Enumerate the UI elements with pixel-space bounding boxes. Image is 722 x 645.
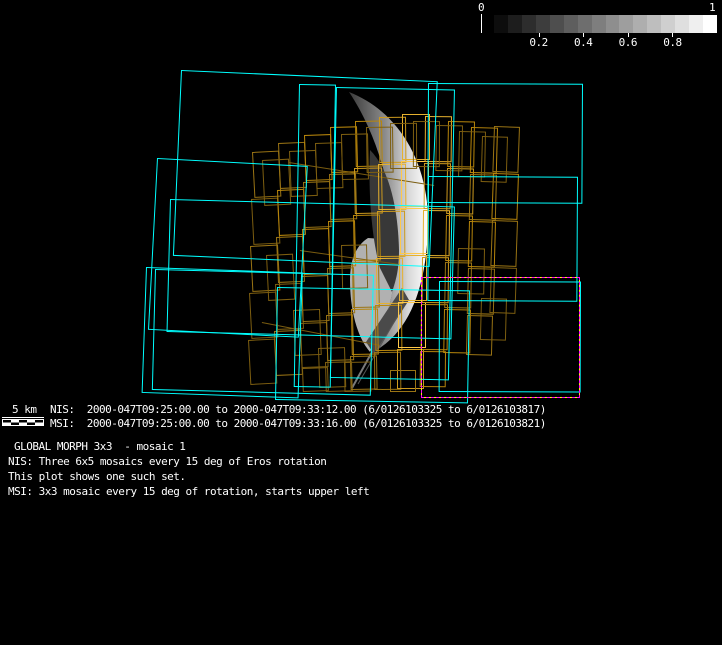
colorbar-step <box>703 15 717 33</box>
colorbar-step <box>633 15 647 33</box>
colorbar-step <box>675 15 689 33</box>
colorbar-tick-label: 0.8 <box>663 36 681 49</box>
colorbar-max-label: 1 <box>709 1 715 14</box>
nis-status-line: NIS: 2000-047T09:25:00.00 to 2000-047T09… <box>50 403 546 416</box>
colorbar-step <box>550 15 564 33</box>
colorbar-step <box>578 15 592 33</box>
colorbar-step <box>606 15 620 33</box>
caption-msi-line: MSI: 3x3 mosaic every 15 deg of rotation… <box>8 485 369 498</box>
caption-title: GLOBAL MORPH 3x3 - mosaic 1 <box>14 440 185 453</box>
colorbar-step <box>564 15 578 33</box>
colorbar-gradient <box>494 15 717 33</box>
scalebar-underline <box>2 417 44 418</box>
colorbar-step <box>619 15 633 33</box>
colorbar-step <box>508 15 522 33</box>
colorbar-step <box>494 15 508 33</box>
colorbar-step <box>689 15 703 33</box>
colorbar-tick-label: 0.2 <box>529 36 547 49</box>
colorbar-left-tick <box>481 14 482 33</box>
plot-area: 0 1 0.2 0.4 0.6 0.8 5 km NIS: 2000-047T09:2… <box>0 0 722 645</box>
caption-nis-line: NIS: Three 6x5 mosaics every 15 deg of E… <box>8 455 326 468</box>
scalebar-checker <box>2 419 44 426</box>
caption-set-line: This plot shows one such set. <box>8 470 186 483</box>
colorbar-step <box>592 15 606 33</box>
highlight-frame-dashed <box>421 277 580 398</box>
colorbar-step <box>661 15 675 33</box>
colorbar-step <box>536 15 550 33</box>
colorbar-ticks: 0.2 0.4 0.6 0.8 <box>494 33 717 47</box>
colorbar-step <box>647 15 661 33</box>
colorbar-tick-label: 0.4 <box>574 36 592 49</box>
msi-status-line: MSI: 2000-047T09:25:00.00 to 2000-047T09… <box>50 417 546 430</box>
colorbar-min-label: 0 <box>478 1 484 14</box>
scalebar-label: 5 km <box>12 403 37 416</box>
colorbar-step <box>522 15 536 33</box>
colorbar-tick-label: 0.6 <box>619 36 637 49</box>
